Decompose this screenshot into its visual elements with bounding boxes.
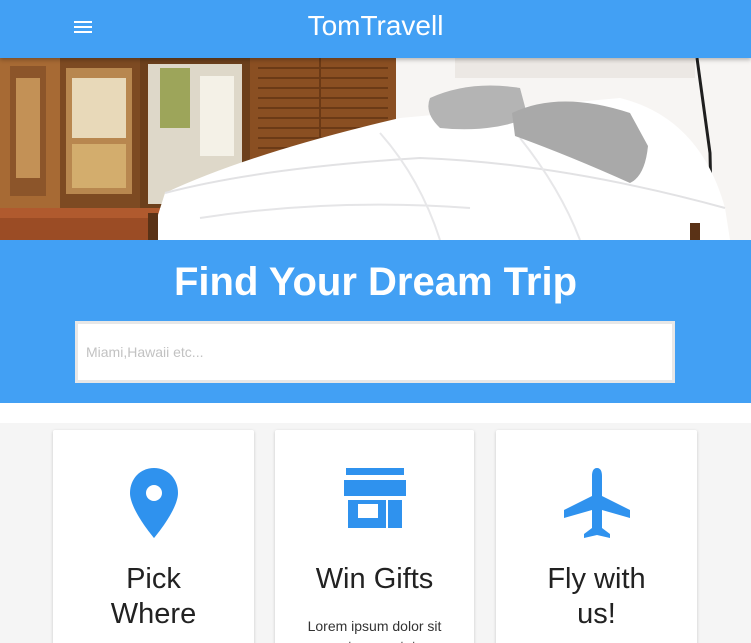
feature-card-fly-with-us[interactable]: Fly with us! xyxy=(496,430,697,643)
location-pin-icon xyxy=(53,466,254,540)
destination-search-input[interactable] xyxy=(75,321,675,383)
bedroom-photo xyxy=(0,58,751,240)
feature-title: Pick Where xyxy=(110,563,197,630)
features-section: Pick Where Win Gifts Lorem ipsum dolor s… xyxy=(0,423,751,643)
top-navbar: TomTravell xyxy=(0,0,751,58)
search-section: Find Your Dream Trip xyxy=(0,240,751,403)
hero-image xyxy=(0,58,751,240)
section-divider xyxy=(0,403,751,423)
brand-logo[interactable]: TomTravell xyxy=(0,9,751,43)
feature-title: Fly with us! xyxy=(547,563,646,630)
feature-title: Win Gifts xyxy=(315,563,434,595)
store-icon xyxy=(275,466,474,540)
feature-card-win-gifts[interactable]: Win Gifts Lorem ipsum dolor sit amet con… xyxy=(275,430,474,643)
feature-description: Lorem ipsum dolor sit amet consectetur xyxy=(307,618,442,643)
feature-card-pick-where[interactable]: Pick Where xyxy=(53,430,254,643)
search-title: Find Your Dream Trip xyxy=(173,260,578,304)
airplane-icon xyxy=(496,466,697,540)
